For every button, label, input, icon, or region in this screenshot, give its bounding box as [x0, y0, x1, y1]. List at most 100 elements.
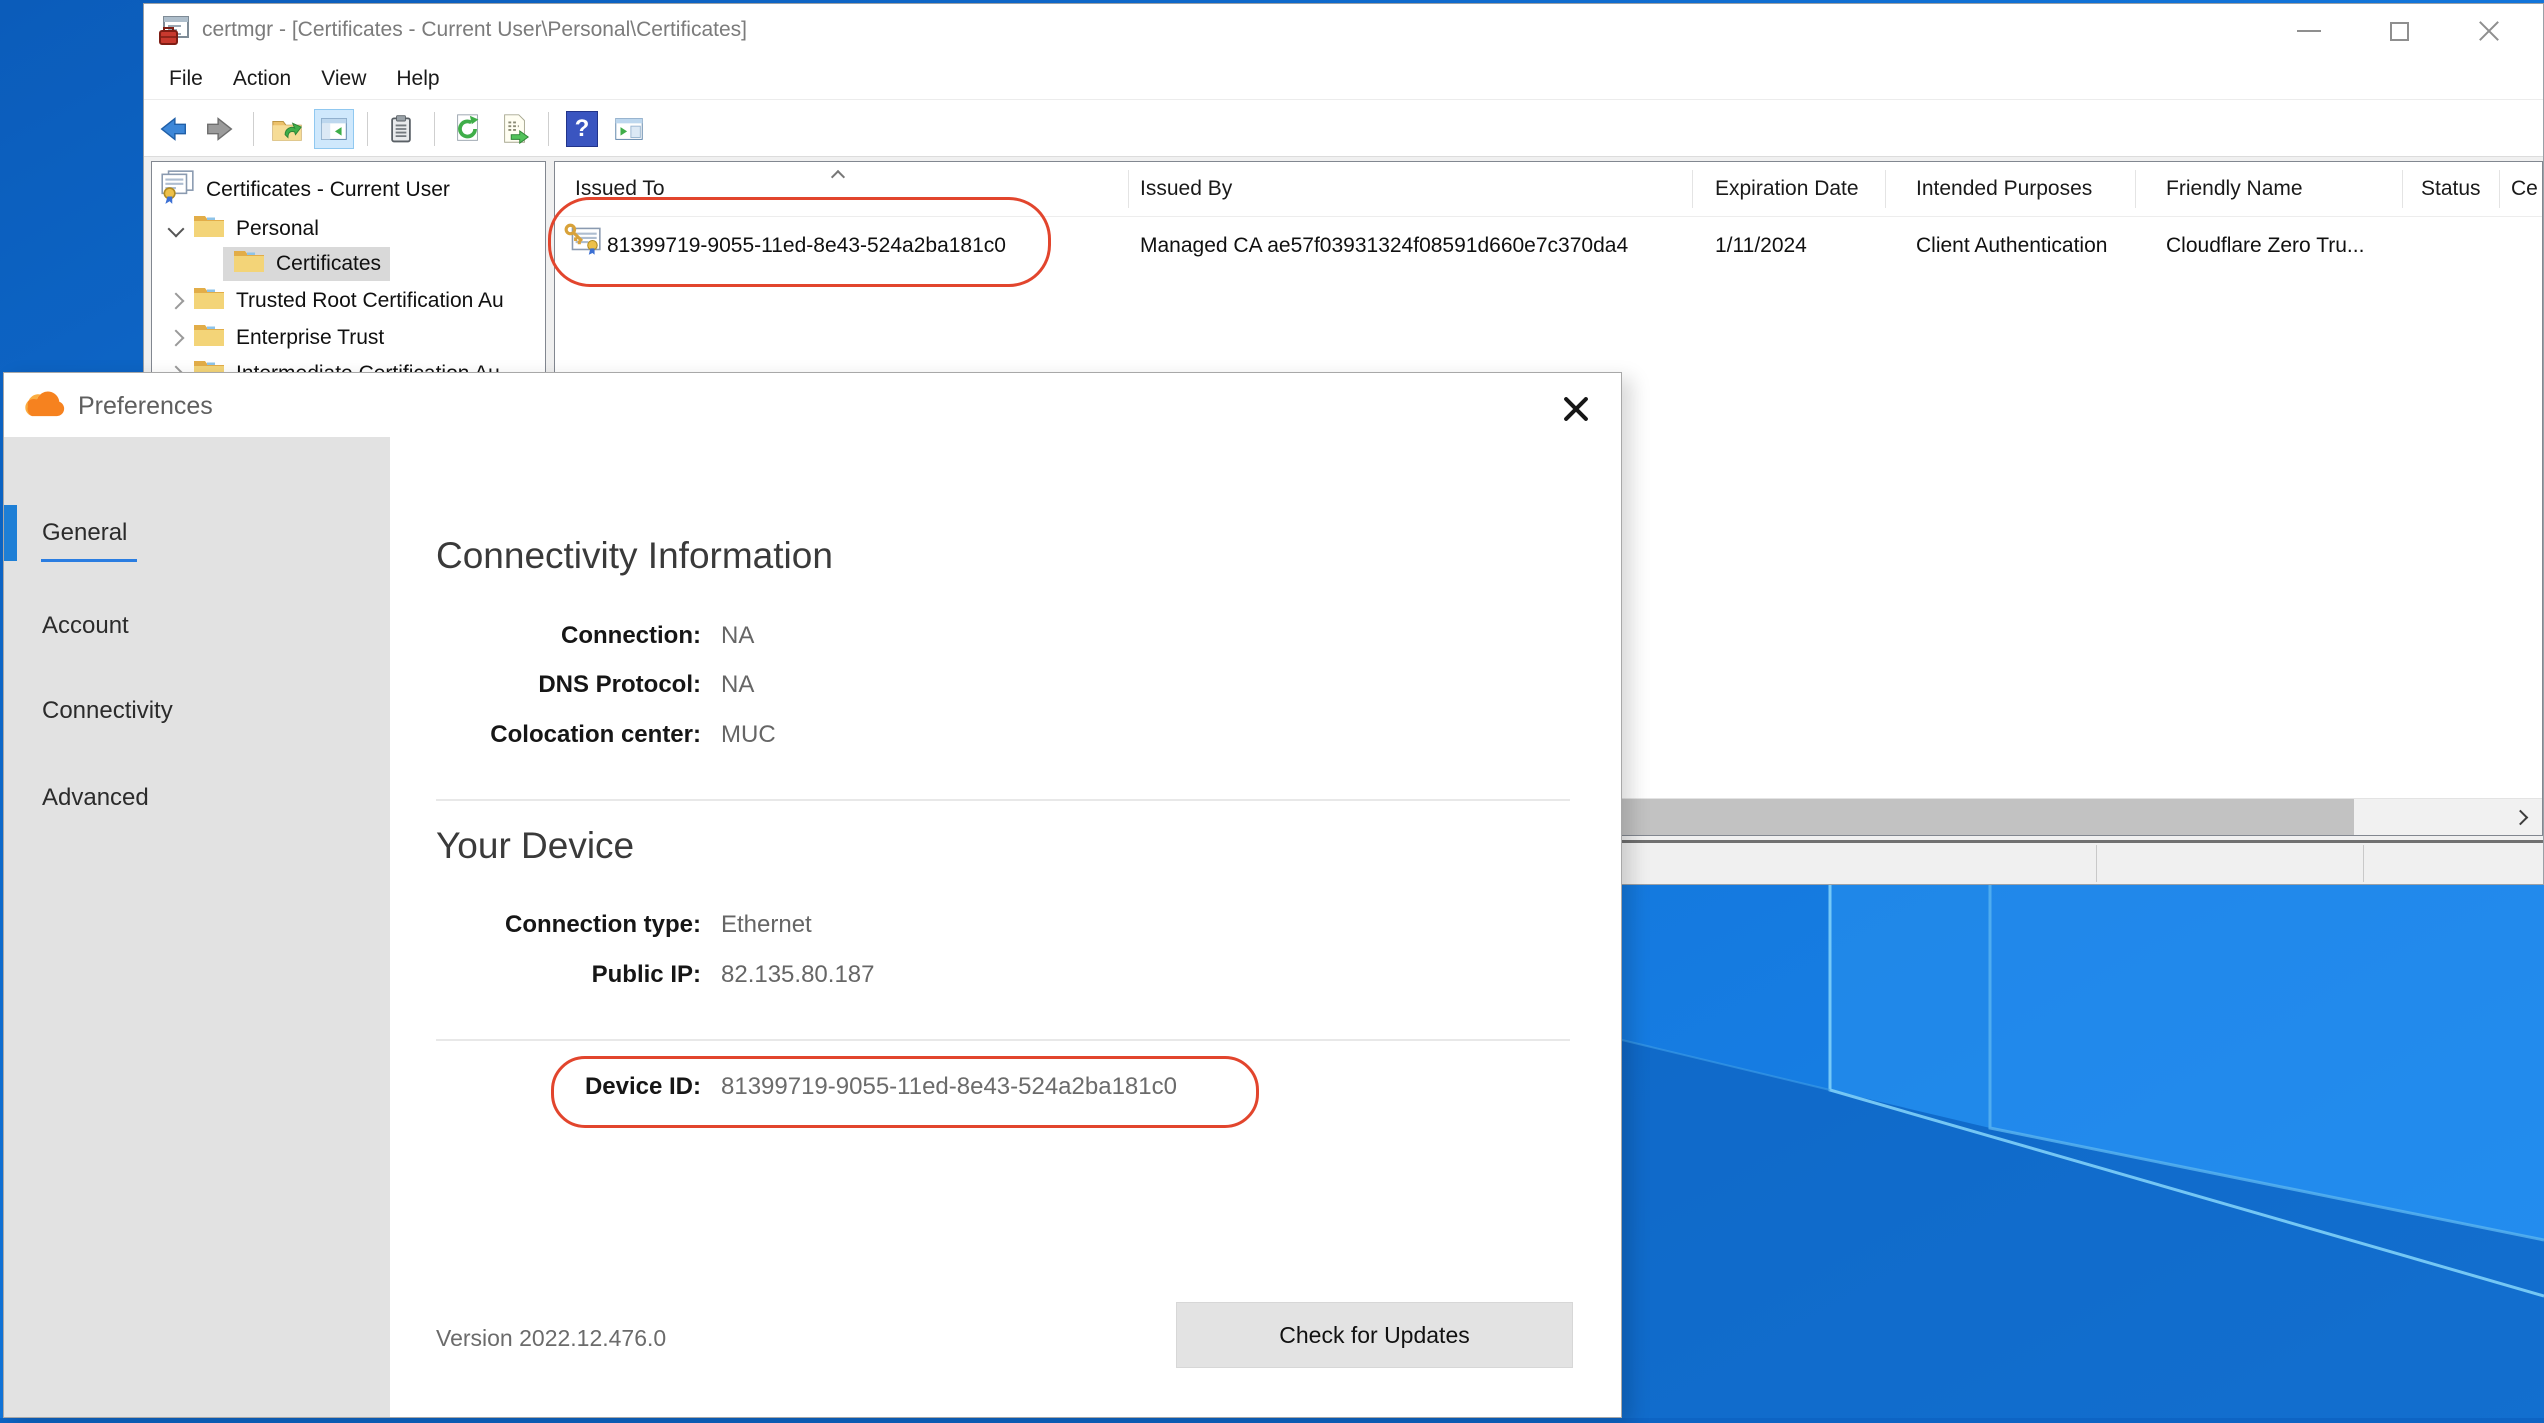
- annotation-circle-certificate: [548, 197, 1051, 287]
- tree-item-trusted-root[interactable]: Trusted Root Certification Au: [160, 283, 504, 319]
- cloudflare-logo-icon: [20, 389, 68, 421]
- tree-item-label: Certificates: [276, 252, 381, 276]
- sidebar-item-general[interactable]: General: [4, 505, 390, 561]
- sidebar-item-advanced[interactable]: Advanced: [4, 770, 390, 826]
- dns-protocol-label: DNS Protocol:: [436, 671, 701, 699]
- connection-type-label: Connection type:: [436, 911, 701, 939]
- your-device-heading: Your Device: [436, 825, 634, 867]
- certmgr-app-icon: [156, 13, 192, 49]
- tree-item-certificates-selected[interactable]: Certificates: [223, 247, 390, 281]
- toolbar: ?: [144, 101, 2543, 157]
- certmgr-window-title: certmgr - [Certificates - Current User\P…: [202, 18, 747, 42]
- console-tree-icon: [317, 112, 351, 146]
- folder-icon: [232, 247, 266, 281]
- menu-action[interactable]: Action: [218, 67, 306, 91]
- sort-ascending-icon: [831, 170, 845, 184]
- column-separator[interactable]: [1885, 170, 1886, 208]
- menu-view[interactable]: View: [306, 67, 381, 91]
- column-separator[interactable]: [1128, 170, 1129, 208]
- column-header-ce[interactable]: Ce: [2511, 177, 2538, 201]
- connectivity-information-heading: Connectivity Information: [436, 535, 833, 577]
- chevron-right-icon[interactable]: [160, 332, 192, 344]
- toolbar-separator: [367, 112, 368, 146]
- close-icon: [2476, 18, 2502, 44]
- public-ip-label: Public IP:: [436, 961, 701, 989]
- annotation-circle-device-id: [551, 1056, 1259, 1128]
- export-list-button[interactable]: [496, 110, 534, 148]
- maximize-icon: [2390, 22, 2409, 41]
- chevron-down-icon[interactable]: [160, 223, 192, 235]
- action-pane-icon: [612, 112, 646, 146]
- help-button[interactable]: ?: [563, 110, 601, 148]
- scrollbar-right-button[interactable]: [2498, 799, 2542, 835]
- refresh-icon: [451, 112, 485, 146]
- menu-bar: File Action View Help: [144, 58, 2543, 100]
- toolbar-separator: [253, 112, 254, 146]
- folder-icon: [192, 284, 226, 318]
- show-hide-console-tree-button[interactable]: [315, 110, 353, 148]
- tree-root-label: Certificates - Current User: [206, 178, 450, 202]
- column-separator[interactable]: [2135, 170, 2136, 208]
- column-header-friendly-name[interactable]: Friendly Name: [2166, 177, 2303, 201]
- minimize-button[interactable]: [2264, 4, 2354, 58]
- close-button[interactable]: [2444, 4, 2534, 58]
- cell-issued-by: Managed CA ae57f03931324f08591d660e7c370…: [1140, 234, 1628, 258]
- sidebar-item-connectivity[interactable]: Connectivity: [4, 683, 390, 739]
- colocation-center-label: Colocation center:: [436, 721, 701, 749]
- cell-expiration-date: 1/11/2024: [1715, 234, 1807, 258]
- column-separator[interactable]: [2499, 170, 2500, 208]
- preferences-close-button[interactable]: [1552, 385, 1600, 433]
- tree-item-label: Enterprise Trust: [236, 326, 384, 350]
- preferences-window: Preferences General Account Connectivity…: [3, 372, 1622, 1418]
- forward-icon: [203, 112, 237, 146]
- menu-help[interactable]: Help: [381, 67, 454, 91]
- check-for-updates-button[interactable]: Check for Updates: [1176, 1302, 1573, 1368]
- toolbar-separator: [548, 112, 549, 146]
- help-icon: ?: [566, 111, 598, 147]
- show-hide-action-pane-button[interactable]: [610, 110, 648, 148]
- refresh-button[interactable]: [449, 110, 487, 148]
- status-bar-separator: [2363, 845, 2364, 882]
- tree-root-certificates-current-user[interactable]: Certificates - Current User: [158, 172, 450, 208]
- back-icon: [156, 112, 190, 146]
- public-ip-value: 82.135.80.187: [721, 961, 874, 989]
- chevron-right-icon[interactable]: [160, 295, 192, 307]
- version-text: Version 2022.12.476.0: [436, 1325, 666, 1352]
- section-divider: [436, 799, 1570, 801]
- dns-protocol-value: NA: [721, 671, 754, 699]
- close-icon: [1559, 392, 1593, 426]
- maximize-button[interactable]: [2354, 4, 2444, 58]
- connection-value: NA: [721, 622, 754, 650]
- column-header-intended-purposes[interactable]: Intended Purposes: [1916, 177, 2092, 201]
- tree-item-personal[interactable]: Personal: [160, 211, 319, 247]
- connection-label: Connection:: [436, 622, 701, 650]
- forward-button[interactable]: [201, 110, 239, 148]
- status-bar-separator: [2096, 845, 2097, 882]
- preferences-title: Preferences: [78, 392, 213, 421]
- column-header-status[interactable]: Status: [2421, 177, 2481, 201]
- export-folder-button[interactable]: [268, 110, 306, 148]
- section-divider: [436, 1039, 1570, 1041]
- toolbar-separator: [434, 112, 435, 146]
- column-header-issued-by[interactable]: Issued By: [1140, 177, 1232, 201]
- minimize-icon: [2297, 30, 2321, 32]
- cell-friendly-name: Cloudflare Zero Tru...: [2166, 234, 2364, 258]
- preferences-sidebar: General Account Connectivity Advanced: [4, 437, 390, 1417]
- column-header-expiration-date[interactable]: Expiration Date: [1715, 177, 1859, 201]
- chevron-right-icon: [2512, 809, 2528, 825]
- column-separator[interactable]: [2402, 170, 2403, 208]
- colocation-center-value: MUC: [721, 721, 776, 749]
- properties-button[interactable]: [382, 110, 420, 148]
- selected-item-underline: [41, 559, 137, 562]
- cell-intended-purposes: Client Authentication: [1916, 234, 2107, 258]
- column-separator[interactable]: [1692, 170, 1693, 208]
- back-button[interactable]: [154, 110, 192, 148]
- clipboard-icon: [385, 113, 417, 145]
- connection-type-value: Ethernet: [721, 911, 812, 939]
- menu-file[interactable]: File: [154, 67, 218, 91]
- tree-item-label: Trusted Root Certification Au: [236, 289, 504, 313]
- sidebar-item-account[interactable]: Account: [4, 598, 390, 654]
- folder-icon: [192, 321, 226, 355]
- certmgr-titlebar[interactable]: certmgr - [Certificates - Current User\P…: [144, 4, 2543, 58]
- tree-item-enterprise-trust[interactable]: Enterprise Trust: [160, 320, 384, 356]
